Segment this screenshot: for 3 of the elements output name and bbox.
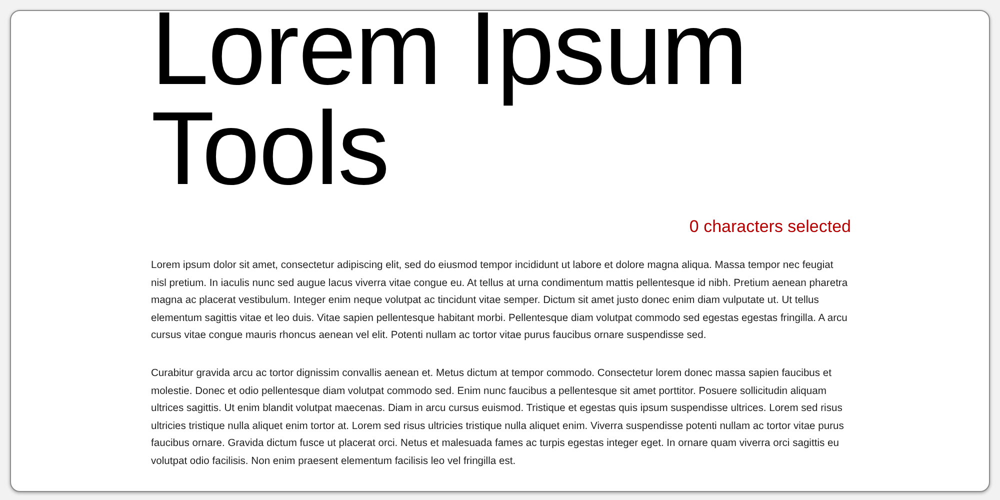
lorem-paragraph: Curabitur gravida arcu ac tortor dignissim convallis aenean et. Metus dictum at tempor commodo. Consectetur lorem donec massa sapien faucibus et molestie. Donec et odio pellentesque diam volutpat commodo sed. Enim nunc faucibus a pellentesque sit amet porttitor. Posuere sollicitudin aliquam ultrices sagittis. Ut enim blandit volutpat maecenas. Diam in arcu cursus euismod. Tristique et egestas quis ipsum suspendisse ultrices. Lorem sed risus ultricies tristique nulla aliquet enim tortor at. Lorem sed risus ultricies tristique nulla aliquet enim. Viverra suspendisse potenti nullam ac tortor vitae purus faucibus ornare. Gravida dictum fusce ut placerat orci. Netus et malesuada fames ac turpis egestas integer eget. In ornare quam viverra orci sagittis eu volutpat odio facilisis. Non enim praesent elementum facilisis leo vel fringilla est. (151, 366, 845, 469)
lorem-paragraph: Lorem ipsum dolor sit amet, consectetur adipiscing elit, sed do eiusmod tempor incididunt ut labore et dolore magna aliqua. Massa tempor nec feugiat nisl pretium. In iaculis nunc sed augue lacus viverra vitae congue eu. At tellus at urna condimentum mattis pellentesque id nibh. Pretium aenean pharetra magna ac placerat vestibulum. Integer enim neque volutpat ac tincidunt vitae semper. Dictum sit amet justo donec enim diam vulputate ut. Ut tellus elementum sagittis vitae et leo duis. Vitae sapien pellentesque habitant morbi. Pellentesque diam volutpat commodo sed egestas egestas fringilla. A arcu cursus vitae congue mauris rhoncus aenean vel elit. Potenti nullam ac tortor vitae purus faucibus ornare suspendisse sed. (151, 259, 849, 344)
selection-count: 0 characters selected (689, 217, 851, 237)
